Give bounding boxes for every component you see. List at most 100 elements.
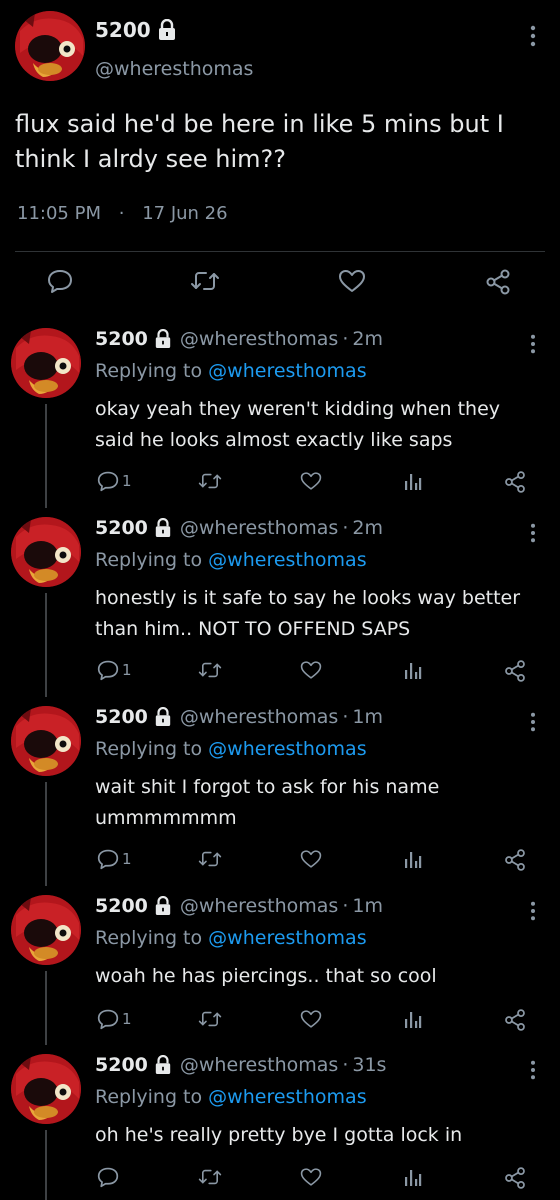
reply-button[interactable]: 1 (97, 848, 132, 870)
reply-text: honestly is it safe to say he looks way … (95, 587, 521, 640)
share-button[interactable] (503, 848, 527, 872)
display-name-text: 5200 (95, 18, 151, 42)
reply-action-bar: 1 (0, 1008, 560, 1032)
retweet-button[interactable] (198, 470, 222, 492)
reply-button[interactable] (97, 1166, 122, 1188)
like-button[interactable] (300, 848, 322, 870)
analytics-button[interactable] (403, 470, 423, 492)
lock-icon (154, 1055, 172, 1075)
reply-action-bar: 1 (0, 848, 560, 872)
handle[interactable]: @wheresthomas (180, 517, 338, 539)
more-options-icon[interactable] (530, 334, 536, 354)
display-name[interactable]: 5200 (95, 1054, 148, 1076)
reply-age[interactable]: 2m (352, 328, 383, 350)
reply-text: wait shit I forgot to ask for his name u… (95, 776, 440, 829)
share-button[interactable] (503, 659, 527, 683)
retweet-button[interactable] (198, 659, 222, 681)
avatar[interactable] (11, 895, 81, 965)
lock-icon (154, 329, 172, 349)
replying-to: Replying to @wheresthomas (95, 927, 367, 949)
share-button[interactable] (503, 1008, 527, 1032)
analytics-button[interactable] (403, 848, 423, 870)
like-button[interactable] (338, 268, 366, 294)
share-button[interactable] (503, 470, 527, 494)
more-options-icon[interactable] (530, 25, 536, 47)
handle[interactable]: @wheresthomas (180, 895, 338, 917)
reply-button[interactable]: 1 (97, 659, 132, 681)
reply-button[interactable] (47, 268, 73, 294)
retweet-button[interactable] (198, 848, 222, 870)
reply-header: 5200 @wheresthomas · 31s (95, 1054, 386, 1076)
mention-link[interactable]: @wheresthomas (208, 1086, 366, 1108)
avatar[interactable] (11, 328, 81, 398)
avatar[interactable] (15, 11, 85, 81)
meta-separator: · (342, 706, 349, 728)
reply-header: 5200 @wheresthomas · 1m (95, 706, 383, 728)
replying-to: Replying to @wheresthomas (95, 738, 367, 760)
retweet-button[interactable] (190, 268, 220, 294)
reply-item[interactable]: 5200 @wheresthomas · 2m Replying to @whe… (0, 517, 560, 697)
more-options-icon[interactable] (530, 523, 536, 543)
tweet-timestamp[interactable]: 11:05 PM · 17 Jun 26 (17, 203, 228, 224)
like-button[interactable] (300, 659, 322, 681)
like-button[interactable] (300, 1008, 322, 1030)
mention-link[interactable]: @wheresthomas (208, 927, 366, 949)
like-button[interactable] (300, 470, 322, 492)
reply-age[interactable]: 2m (352, 517, 383, 539)
display-name[interactable]: 5200 (95, 328, 148, 350)
mention-link[interactable]: @wheresthomas (208, 360, 366, 382)
tweet-date: 17 Jun 26 (142, 203, 228, 224)
mention-link[interactable]: @wheresthomas (208, 549, 366, 571)
display-name[interactable]: 5200 (95, 18, 177, 42)
more-options-icon[interactable] (530, 712, 536, 732)
share-button[interactable] (503, 1166, 527, 1190)
reply-text: oh he's really pretty bye I gotta lock i… (95, 1124, 463, 1146)
display-name[interactable]: 5200 (95, 706, 148, 728)
reply-age[interactable]: 31s (352, 1054, 386, 1076)
retweet-button[interactable] (198, 1008, 222, 1030)
lock-icon (154, 896, 172, 916)
reply-button[interactable]: 1 (97, 1008, 132, 1030)
analytics-button[interactable] (403, 1166, 423, 1188)
handle[interactable]: @wheresthomas (180, 706, 338, 728)
reply-button[interactable]: 1 (97, 470, 132, 492)
avatar[interactable] (11, 706, 81, 776)
reply-item[interactable]: 5200 @wheresthomas · 1m Replying to @whe… (0, 895, 560, 1045)
more-options-icon[interactable] (530, 901, 536, 921)
replying-to: Replying to @wheresthomas (95, 1086, 367, 1108)
replying-to: Replying to @wheresthomas (95, 360, 367, 382)
like-button[interactable] (300, 1166, 322, 1188)
reply-age[interactable]: 1m (352, 895, 383, 917)
analytics-button[interactable] (403, 659, 423, 681)
retweet-button[interactable] (198, 1166, 222, 1188)
handle[interactable]: @wheresthomas (95, 58, 253, 80)
replying-prefix: Replying to (95, 1086, 203, 1108)
reply-age[interactable]: 1m (352, 706, 383, 728)
reply-text: woah he has piercings.. that so cool (95, 965, 437, 987)
meta-separator: · (342, 1054, 349, 1076)
replying-prefix: Replying to (95, 738, 203, 760)
share-button[interactable] (484, 268, 512, 296)
reply-text: okay yeah they weren't kidding when they… (95, 398, 501, 451)
display-name[interactable]: 5200 (95, 895, 148, 917)
display-name[interactable]: 5200 (95, 517, 148, 539)
lock-icon (154, 707, 172, 727)
more-options-icon[interactable] (530, 1060, 536, 1080)
handle[interactable]: @wheresthomas (180, 328, 338, 350)
reply-item[interactable]: 5200 @wheresthomas · 31s Replying to @wh… (0, 1054, 560, 1200)
replying-prefix: Replying to (95, 549, 203, 571)
reply-item[interactable]: 5200 @wheresthomas · 1m Replying to @whe… (0, 706, 560, 886)
avatar[interactable] (11, 1054, 81, 1124)
mention-link[interactable]: @wheresthomas (208, 738, 366, 760)
reply-action-bar: 1 (0, 470, 560, 494)
replying-prefix: Replying to (95, 927, 203, 949)
reply-action-bar (0, 1166, 560, 1190)
handle[interactable]: @wheresthomas (180, 1054, 338, 1076)
analytics-button[interactable] (403, 1008, 423, 1030)
tweet-text: flux said he'd be here in like 5 mins bu… (15, 110, 504, 173)
avatar[interactable] (11, 517, 81, 587)
reply-header: 5200 @wheresthomas · 1m (95, 895, 383, 917)
replying-to: Replying to @wheresthomas (95, 549, 367, 571)
reply-count: 1 (122, 472, 132, 490)
reply-item[interactable]: 5200 @wheresthomas · 2m Replying to @whe… (0, 328, 560, 508)
